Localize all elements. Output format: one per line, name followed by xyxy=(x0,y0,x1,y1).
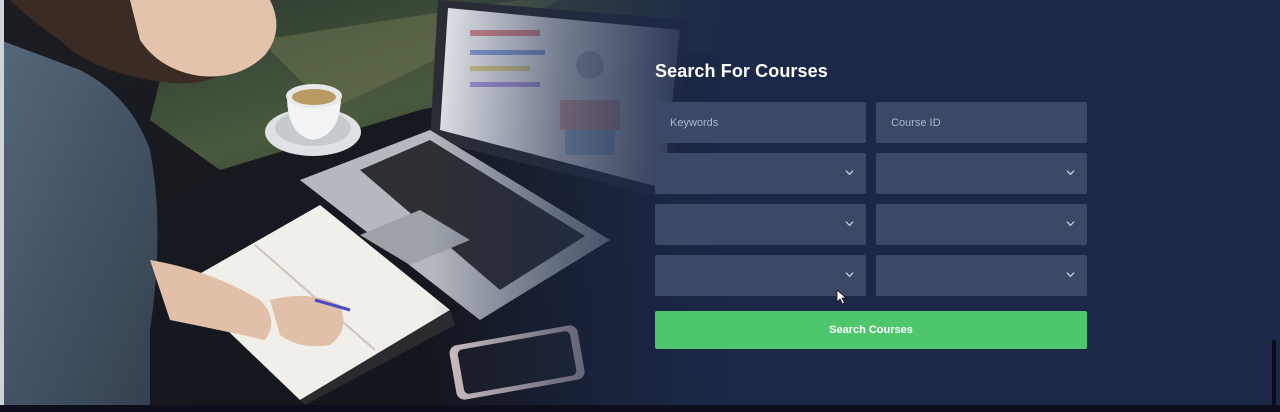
keywords-field xyxy=(655,102,866,143)
dropdown-2[interactable] xyxy=(876,153,1087,194)
chevron-down-icon xyxy=(1066,170,1075,176)
course-search-form: Search For Courses Keywords Course ID Se… xyxy=(655,58,1087,349)
course-id-field xyxy=(876,102,1087,143)
keywords-input[interactable] xyxy=(655,102,866,143)
chevron-down-icon xyxy=(1066,221,1075,227)
search-courses-button[interactable]: Search Courses xyxy=(655,311,1087,349)
chevron-down-icon xyxy=(845,170,854,176)
hero-section: Search For Courses Keywords Course ID Se… xyxy=(0,0,1280,405)
dropdown-6[interactable] xyxy=(876,255,1087,296)
dropdown-3[interactable] xyxy=(655,204,866,245)
left-edge xyxy=(0,0,4,405)
form-title: Search For Courses xyxy=(655,61,828,81)
dropdown-5[interactable] xyxy=(655,255,866,296)
dropdown-1[interactable] xyxy=(655,153,866,194)
chevron-down-icon xyxy=(1066,272,1075,278)
course-id-input[interactable] xyxy=(876,102,1087,143)
chevron-down-icon xyxy=(845,272,854,278)
bottom-bar xyxy=(0,405,1280,412)
mouse-pointer-icon xyxy=(836,289,848,305)
chevron-down-icon xyxy=(845,221,854,227)
hero-photo xyxy=(0,0,760,405)
woman-with-laptop-illustration xyxy=(0,0,760,405)
scrollbar[interactable] xyxy=(1272,340,1276,405)
dropdown-4[interactable] xyxy=(876,204,1087,245)
